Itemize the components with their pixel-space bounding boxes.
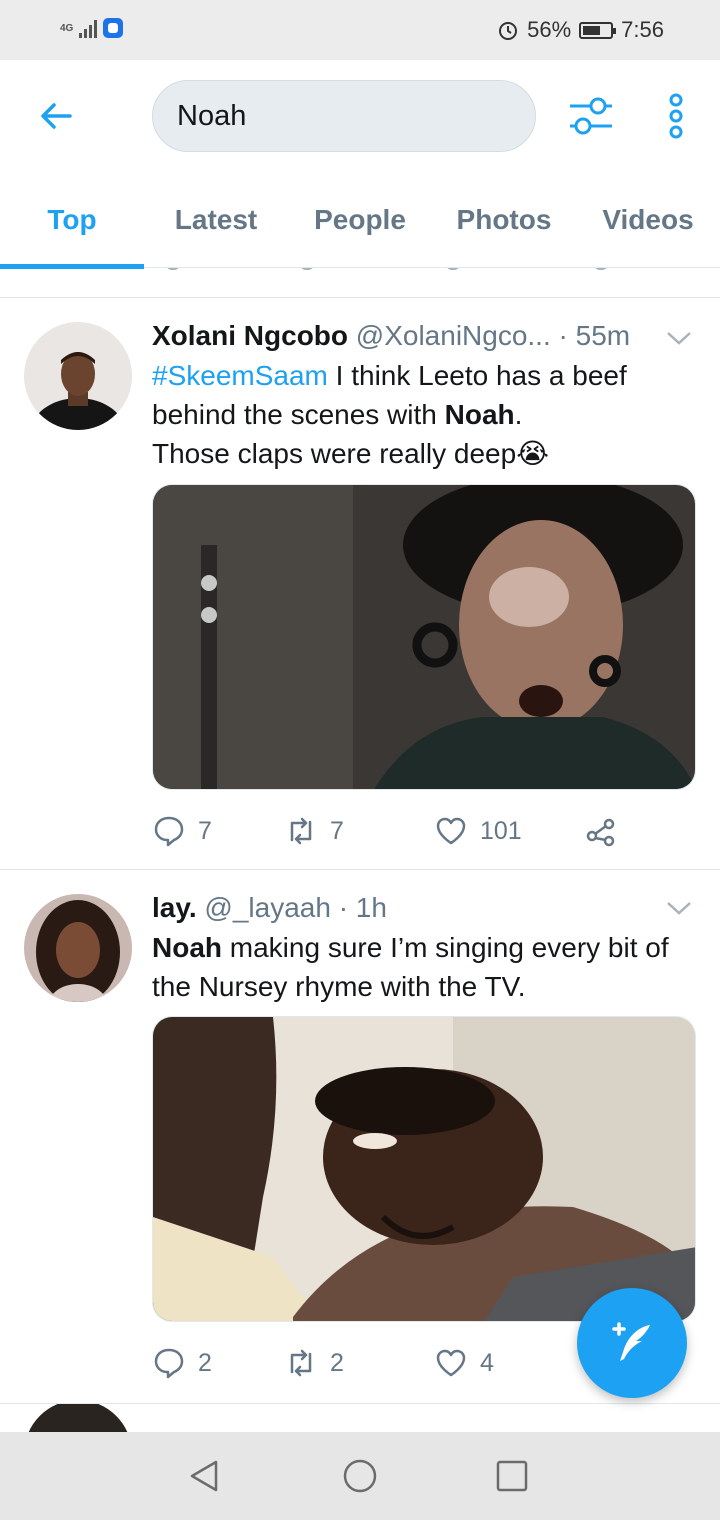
chevron-down-icon[interactable] <box>666 900 692 916</box>
tab-people[interactable]: People <box>288 180 432 268</box>
retweet-button[interactable]: 2 <box>284 1346 434 1380</box>
tweet-text: Noah making sure I’m singing every bit o… <box>152 928 696 1006</box>
retweet-count: 2 <box>330 1348 344 1377</box>
shield-icon <box>103 18 124 38</box>
search-term-highlight: Noah <box>152 932 222 963</box>
reply-button[interactable]: 2 <box>152 1346 284 1380</box>
clock: 7:56 <box>621 17 664 42</box>
crying-emoji-icon: 😭 <box>516 438 549 469</box>
tab-latest[interactable]: Latest <box>144 180 288 268</box>
system-nav-bar <box>0 1432 720 1520</box>
compose-feather-icon <box>612 1322 650 1361</box>
chevron-down-icon[interactable] <box>666 330 692 346</box>
reply-count: 7 <box>198 816 212 845</box>
tweet[interactable]: Xolani Ngcobo @XolaniNgco... · 55m #Skee… <box>0 298 720 870</box>
nav-home-icon[interactable] <box>342 1458 378 1494</box>
heart-icon <box>436 1349 466 1377</box>
tweet-text: #SkeemSaam I think Leeto has a beef behi… <box>152 356 696 473</box>
reply-icon <box>154 1348 184 1379</box>
alarm-icon <box>499 22 518 40</box>
avatar[interactable] <box>24 322 132 430</box>
back-arrow-icon[interactable] <box>36 96 76 136</box>
tweet-text-part: making sure I’m singing every bit of the… <box>152 932 669 1002</box>
network-type: 4G <box>60 22 74 34</box>
tab-videos[interactable]: Videos <box>576 180 720 268</box>
retweet-icon <box>290 817 312 845</box>
like-button[interactable]: 101 <box>434 814 584 848</box>
tweet-time: · 55m <box>558 320 631 351</box>
status-bar: 4G 56% 7:56 <box>0 0 720 60</box>
tweet-header: Xolani Ngcobo @XolaniNgco... · 55m <box>152 320 660 352</box>
search-term-highlight: Noah <box>444 399 515 430</box>
tab-top[interactable]: Top <box>0 180 144 269</box>
status-left: 4G <box>60 18 124 38</box>
heart-icon <box>436 817 466 845</box>
next-tweet-peek <box>0 1404 720 1432</box>
like-count: 4 <box>480 1348 494 1377</box>
tweet-actions: 7 7 101 <box>152 814 618 848</box>
share-button[interactable] <box>584 814 618 848</box>
tweet-text-part: Those claps were really deep <box>152 438 517 469</box>
like-button[interactable]: 4 <box>434 1346 584 1380</box>
signal-icon <box>79 18 98 38</box>
filter-settings-icon[interactable] <box>566 94 616 138</box>
battery-icon <box>579 21 617 39</box>
battery-percent: 56% <box>527 17 572 42</box>
nav-recents-icon[interactable] <box>494 1458 530 1494</box>
tab-photos[interactable]: Photos <box>432 180 576 268</box>
more-options-icon[interactable] <box>664 92 688 140</box>
hashtag-link[interactable]: #SkeemSaam <box>152 360 328 391</box>
author-name[interactable]: lay. <box>152 892 197 923</box>
nav-back-icon[interactable] <box>186 1458 222 1494</box>
author-handle[interactable]: @XolaniNgco... <box>356 320 551 351</box>
tweet-time: · 1h <box>338 892 387 923</box>
previous-tweet-peek <box>0 268 720 298</box>
author-name[interactable]: Xolani Ngcobo <box>152 320 348 351</box>
search-input[interactable]: Noah <box>152 80 536 152</box>
compose-tweet-button[interactable] <box>577 1288 687 1398</box>
retweet-button[interactable]: 7 <box>284 814 434 848</box>
share-icon <box>586 818 615 847</box>
reply-count: 2 <box>198 1348 212 1377</box>
tweet-image[interactable] <box>152 484 696 790</box>
tweet-actions: 2 2 4 <box>152 1346 584 1380</box>
like-count: 101 <box>480 816 522 845</box>
reply-button[interactable]: 7 <box>152 814 284 848</box>
search-tabs: Top Latest People Photos Videos <box>0 180 720 269</box>
retweet-icon <box>290 1349 312 1377</box>
tweet-header: lay. @_layaah · 1h <box>152 892 660 924</box>
search-header: Noah <box>0 60 720 180</box>
retweet-count: 7 <box>330 816 344 845</box>
tweet-image[interactable] <box>152 1016 696 1322</box>
status-right: 56% 7:56 <box>497 17 664 43</box>
tweet-text-part: . <box>514 399 523 430</box>
reply-icon <box>154 816 184 847</box>
author-handle[interactable]: @_layaah <box>204 892 331 923</box>
avatar[interactable] <box>24 894 132 1002</box>
